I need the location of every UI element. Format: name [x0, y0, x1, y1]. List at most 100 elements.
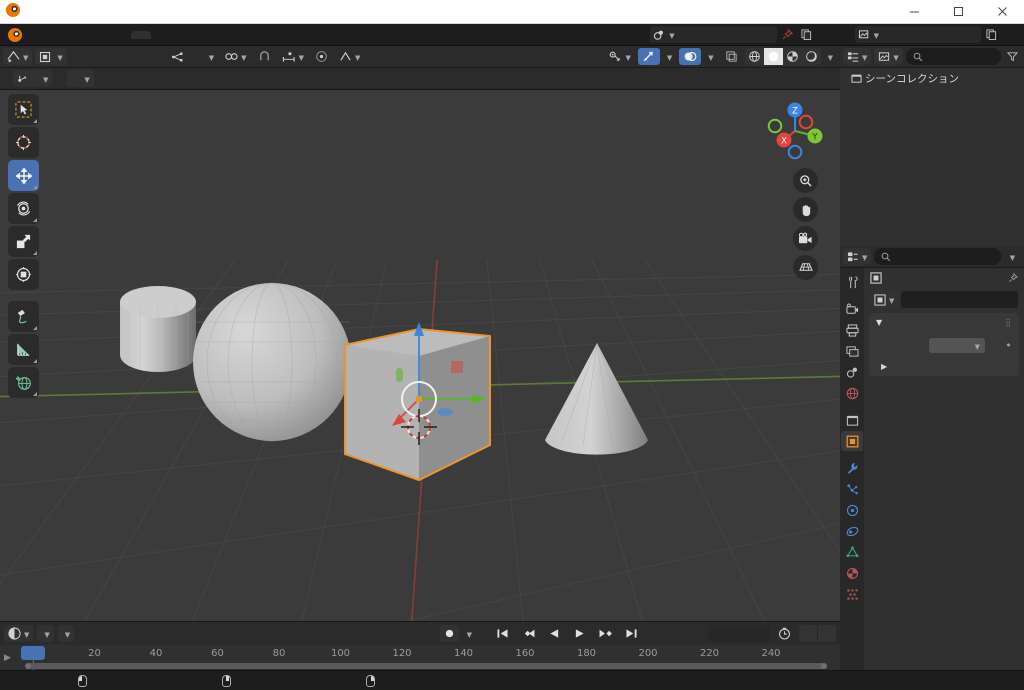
menu-edit[interactable]: [45, 32, 61, 38]
record-dropdown[interactable]: ▼: [463, 625, 476, 642]
material-tab[interactable]: [841, 563, 863, 583]
transform-tool[interactable]: [8, 259, 39, 290]
object-browse-icon[interactable]: ▼: [870, 291, 899, 308]
annotate-tool[interactable]: [8, 301, 39, 332]
timeline-expand-icon[interactable]: ▶: [4, 653, 11, 663]
close-button[interactable]: [980, 0, 1024, 24]
delta-transform-subpanel[interactable]: ▶: [869, 359, 1019, 373]
filter-icon[interactable]: [1004, 48, 1021, 65]
outliner-search-input[interactable]: [905, 48, 1001, 65]
viewlayer-selector[interactable]: ▼: [854, 26, 981, 43]
timeline-menu-playback[interactable]: ▼: [37, 625, 54, 642]
scene-tab[interactable]: [841, 362, 863, 382]
tweak-tool[interactable]: [8, 94, 39, 125]
outliner-editor-type-icon[interactable]: ▼: [843, 48, 872, 65]
timeline-scrollbar[interactable]: [25, 663, 827, 669]
world-tab[interactable]: [841, 383, 863, 403]
shading-dropdown[interactable]: ▼: [824, 48, 837, 65]
object-mode-selector[interactable]: ▼: [35, 48, 67, 65]
grid-icon[interactable]: [793, 255, 818, 280]
timeline-playhead[interactable]: [21, 646, 45, 660]
proportional-edit-icon[interactable]: [311, 48, 332, 65]
timeline-menu-view[interactable]: [78, 632, 92, 636]
rotation-mode-value[interactable]: ▼: [929, 338, 985, 353]
timeline-ruler[interactable]: ▶ 20 40 60 80 100 120 140 160 180 200 220 240: [0, 645, 840, 671]
prev-keyframe-button[interactable]: [517, 625, 540, 642]
object-tab[interactable]: [841, 431, 863, 451]
xray-icon[interactable]: [679, 48, 702, 65]
timeline-editor-icon[interactable]: ▼: [4, 625, 34, 642]
shading-solid[interactable]: [763, 48, 783, 65]
new-viewlayer-icon[interactable]: [983, 26, 1000, 43]
tab-modeling[interactable]: [151, 31, 171, 39]
transform-orientation-selector[interactable]: ▼: [167, 48, 218, 65]
shading-material[interactable]: [783, 48, 802, 65]
blender-menu-icon[interactable]: [2, 27, 29, 42]
shading-rendered[interactable]: [802, 48, 821, 65]
play-button[interactable]: [569, 625, 590, 642]
constraints-tab[interactable]: [841, 521, 863, 541]
tab-animation[interactable]: [251, 31, 271, 39]
jump-to-start-button[interactable]: [492, 625, 513, 642]
output-tab[interactable]: [841, 320, 863, 340]
shading-wireframe[interactable]: [745, 48, 764, 65]
viewlayer-tab[interactable]: [841, 341, 863, 361]
current-frame-field[interactable]: [708, 625, 770, 642]
overlays-dropdown[interactable]: ▼: [663, 48, 676, 65]
tab-shading[interactable]: [231, 31, 251, 39]
frame-range[interactable]: [799, 625, 836, 642]
camera-icon[interactable]: [793, 226, 818, 251]
jump-to-end-button[interactable]: [621, 625, 642, 642]
zoom-icon[interactable]: [793, 168, 818, 193]
collection-tab[interactable]: [841, 410, 863, 430]
menu-file[interactable]: [29, 32, 45, 38]
properties-search-input[interactable]: [874, 248, 1001, 265]
viewport-menu-view[interactable]: [70, 55, 84, 59]
add-cube-tool[interactable]: [8, 367, 39, 398]
data-tab[interactable]: [841, 542, 863, 562]
coordinate-system-selector[interactable]: ▼: [13, 70, 53, 87]
drag-action-selector[interactable]: ▼: [67, 70, 94, 87]
viewport-menu-select[interactable]: [87, 55, 101, 59]
3d-viewport[interactable]: Z Y X ▼: [0, 90, 840, 621]
editor-type-icon[interactable]: ▼: [3, 48, 33, 65]
tab-sculpting[interactable]: [171, 31, 191, 39]
menu-window[interactable]: [77, 32, 93, 38]
overlays-icon[interactable]: [637, 48, 660, 65]
magnet-icon[interactable]: [254, 48, 275, 65]
tab-uv-editing[interactable]: [191, 31, 211, 39]
hand-icon[interactable]: [793, 197, 818, 222]
scale-tool[interactable]: [8, 226, 39, 257]
transform-panel-header[interactable]: ▼ ⣿: [869, 313, 1019, 332]
menu-render[interactable]: [61, 32, 77, 38]
shading-mode-group[interactable]: [744, 48, 821, 65]
minimize-button[interactable]: [892, 0, 936, 24]
timeline-menu-keying[interactable]: ▼: [57, 625, 75, 642]
scene-selector[interactable]: ▼: [650, 26, 777, 43]
texture-tab[interactable]: [841, 584, 863, 604]
viewport-menu-add[interactable]: [104, 55, 118, 59]
next-keyframe-button[interactable]: [594, 625, 617, 642]
maximize-button[interactable]: [936, 0, 980, 24]
new-scene-icon[interactable]: [798, 26, 815, 43]
falloff-selector[interactable]: ▼: [335, 48, 364, 65]
pin-icon[interactable]: [779, 26, 796, 43]
snap-icon[interactable]: ▼: [221, 48, 250, 65]
navigation-gizmo[interactable]: Z Y X: [762, 98, 828, 164]
rotate-tool[interactable]: [8, 193, 39, 224]
move-tool[interactable]: [8, 160, 39, 191]
viewport-shading-toggle[interactable]: [721, 48, 742, 65]
remove-viewlayer-icon[interactable]: [1002, 26, 1019, 43]
remove-scene-icon[interactable]: [817, 26, 834, 43]
tool-tab[interactable]: [841, 272, 863, 292]
play-reverse-button[interactable]: [544, 625, 565, 642]
viewport-menu-object[interactable]: [121, 55, 135, 59]
physics-tab[interactable]: [841, 500, 863, 520]
properties-editor-type-icon[interactable]: ▼: [843, 248, 872, 265]
object-name-field[interactable]: [901, 291, 1018, 308]
tab-texture-paint[interactable]: [211, 31, 231, 39]
clock-icon[interactable]: [774, 625, 795, 642]
snap-target-selector[interactable]: ▼: [278, 48, 308, 65]
menu-help[interactable]: [93, 32, 109, 38]
cursor-tool[interactable]: [8, 127, 39, 158]
